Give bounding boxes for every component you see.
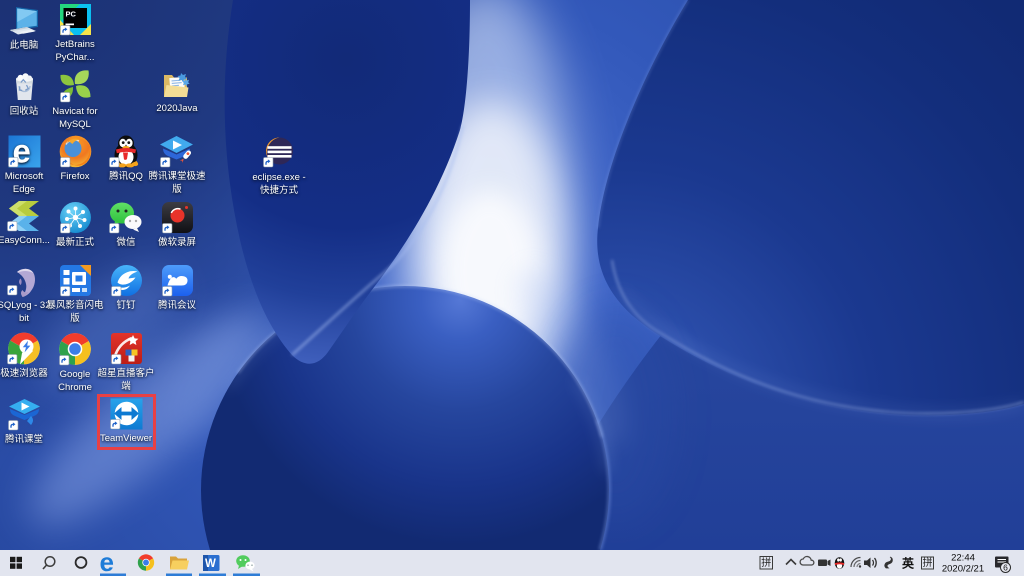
svg-text:6: 6 xyxy=(1003,563,1008,573)
svg-text:2020/2/21: 2020/2/21 xyxy=(942,564,984,575)
svg-text:英: 英 xyxy=(902,556,915,571)
svg-text:22:44: 22:44 xyxy=(951,553,975,564)
svg-text:拼: 拼 xyxy=(761,556,771,569)
svg-text:W: W xyxy=(205,558,216,570)
svg-text:e: e xyxy=(100,550,114,576)
svg-text:PC: PC xyxy=(65,10,76,19)
svg-text:拼: 拼 xyxy=(923,556,933,569)
